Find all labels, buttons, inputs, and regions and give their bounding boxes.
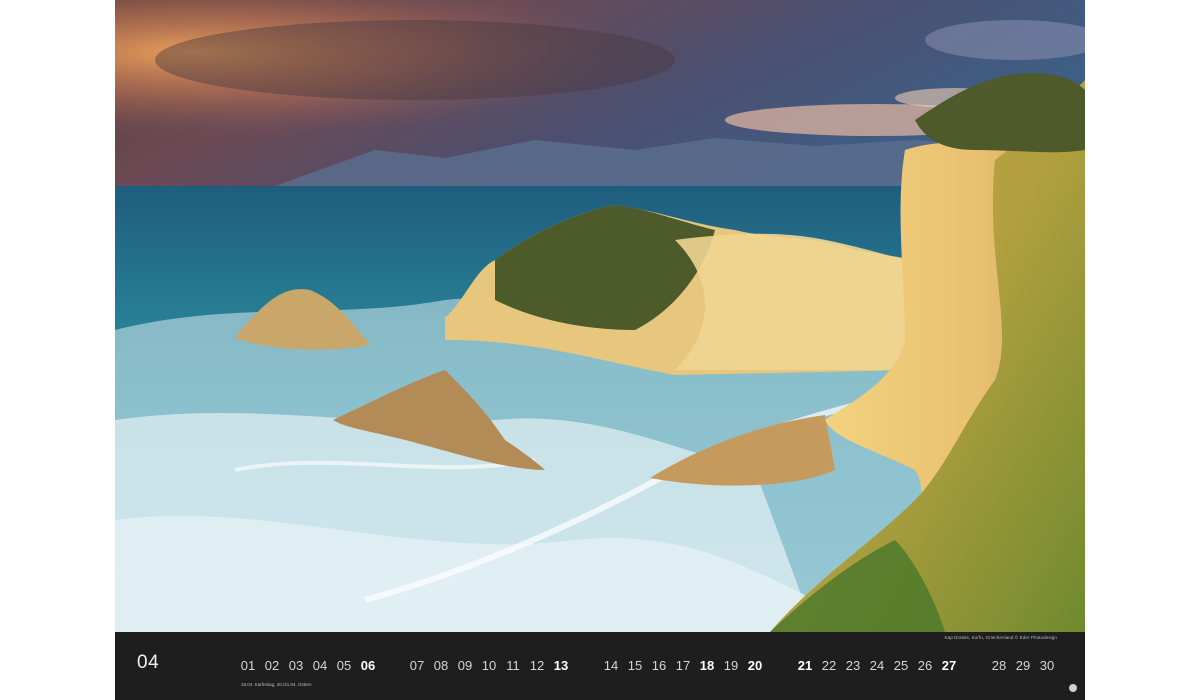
day-15[interactable]: 15	[624, 658, 646, 673]
day-27[interactable]: 27	[938, 658, 960, 673]
photo-caption: Kap Drastis, Korfu, Griechenland © Eder …	[944, 635, 1057, 640]
day-11[interactable]: 11	[502, 658, 524, 673]
calendar-page: Kap Drastis, Korfu, Griechenland © Eder …	[115, 0, 1085, 700]
day-02[interactable]: 02	[261, 658, 283, 673]
day-01[interactable]: 01	[237, 658, 259, 673]
day-13[interactable]: 13	[550, 658, 572, 673]
circle-logo-icon	[1069, 684, 1077, 692]
day-10[interactable]: 10	[478, 658, 500, 673]
day-30[interactable]: 30	[1036, 658, 1058, 673]
day-07[interactable]: 07	[406, 658, 428, 673]
day-24[interactable]: 24	[866, 658, 888, 673]
day-16[interactable]: 16	[648, 658, 670, 673]
day-09[interactable]: 09	[454, 658, 476, 673]
day-17[interactable]: 17	[672, 658, 694, 673]
day-29[interactable]: 29	[1012, 658, 1034, 673]
calendar-strip: Kap Drastis, Korfu, Griechenland © Eder …	[115, 632, 1085, 700]
day-25[interactable]: 25	[890, 658, 912, 673]
day-20[interactable]: 20	[744, 658, 766, 673]
month-number: 04	[137, 652, 160, 673]
landscape-photo	[115, 0, 1085, 632]
day-03[interactable]: 03	[285, 658, 307, 673]
day-22[interactable]: 22	[818, 658, 840, 673]
day-08[interactable]: 08	[430, 658, 452, 673]
holiday-note: 18.04. Karfreitag, 20./21.04. Ostern	[241, 682, 312, 687]
day-04[interactable]: 04	[309, 658, 331, 673]
day-26[interactable]: 26	[914, 658, 936, 673]
day-14[interactable]: 14	[600, 658, 622, 673]
day-05[interactable]: 05	[333, 658, 355, 673]
day-06[interactable]: 06	[357, 658, 379, 673]
day-12[interactable]: 12	[526, 658, 548, 673]
day-21[interactable]: 21	[794, 658, 816, 673]
day-23[interactable]: 23	[842, 658, 864, 673]
day-19[interactable]: 19	[720, 658, 742, 673]
day-28[interactable]: 28	[988, 658, 1010, 673]
day-18[interactable]: 18	[696, 658, 718, 673]
